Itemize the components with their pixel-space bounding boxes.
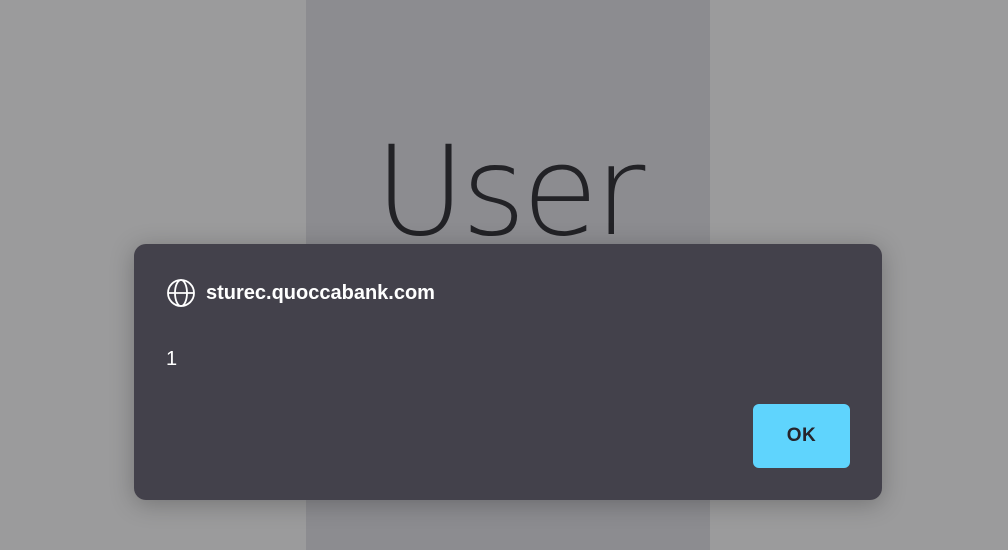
ok-button[interactable]: OK (753, 404, 850, 468)
dialog-origin: sturec.quoccabank.com (206, 281, 435, 304)
globe-icon (166, 278, 196, 308)
dialog-message: 1 (166, 348, 178, 370)
page-heading: User (374, 120, 646, 264)
alert-dialog: sturec.quoccabank.com 1 OK (134, 244, 882, 500)
dialog-header: sturec.quoccabank.com (166, 278, 435, 308)
